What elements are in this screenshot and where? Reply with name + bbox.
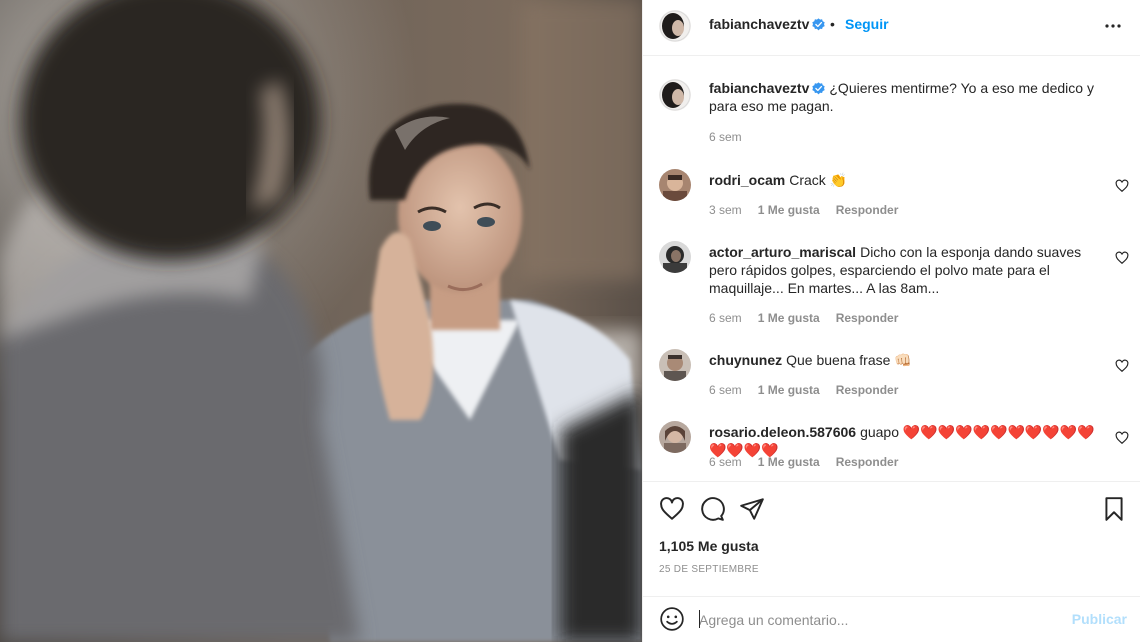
commenter-username[interactable]: actor_arturo_mariscal bbox=[709, 244, 856, 260]
comment-likes[interactable]: 1 Me gusta bbox=[758, 311, 820, 325]
post-photo[interactable] bbox=[0, 0, 642, 642]
comment-meta: 6 sem 1 Me gusta Responder bbox=[709, 383, 914, 397]
post-date: 25 DE SEPTIEMBRE bbox=[659, 564, 759, 575]
heart-icon[interactable] bbox=[1115, 431, 1129, 445]
text-caret bbox=[699, 610, 700, 628]
comment-time[interactable]: 6 sem bbox=[709, 383, 742, 397]
comment-item: actor_arturo_mariscal Dicho con la esponj… bbox=[659, 241, 1129, 325]
caption-meta: 6 sem bbox=[709, 130, 758, 144]
commenter-avatar[interactable] bbox=[659, 241, 691, 273]
author-username[interactable]: fabianchaveztv bbox=[709, 16, 826, 32]
reply-button[interactable]: Responder bbox=[836, 203, 899, 217]
commenter-avatar[interactable] bbox=[659, 349, 691, 381]
commenter-username[interactable]: rodri_ocam bbox=[709, 172, 785, 188]
comment-meta: 3 sem 1 Me gusta Responder bbox=[709, 203, 914, 217]
comment-text: Crack 👏 bbox=[789, 172, 848, 188]
comment-time[interactable]: 6 sem bbox=[709, 455, 742, 469]
commenter-avatar[interactable] bbox=[659, 169, 691, 201]
post-caption: fabianchaveztv ¿Quieres mentirme? Yo a es… bbox=[659, 79, 1129, 149]
comment-time[interactable]: 6 sem bbox=[709, 311, 742, 325]
publish-button[interactable]: Publicar bbox=[1072, 611, 1127, 627]
comment-likes[interactable]: 1 Me gusta bbox=[758, 203, 820, 217]
paper-plane-icon[interactable] bbox=[739, 496, 765, 522]
comment-time[interactable]: 3 sem bbox=[709, 203, 742, 217]
emoji-icon[interactable] bbox=[659, 606, 685, 632]
comment-item: rodri_ocam Crack 👏 3 sem 1 Me gusta Respond… bbox=[659, 169, 1129, 219]
post-sidebar: fabianchaveztv • Seguir fabianchaveztv ¿… bbox=[642, 0, 1140, 642]
reply-button[interactable]: Responder bbox=[836, 455, 899, 469]
comments-list[interactable]: fabianchaveztv ¿Quieres mentirme? Yo a es… bbox=[643, 57, 1140, 480]
comment-likes[interactable]: 1 Me gusta bbox=[758, 455, 820, 469]
commenter-username[interactable]: chuynunez bbox=[709, 352, 782, 368]
commenter-username[interactable]: rosario.deleon.587606 bbox=[709, 424, 856, 440]
caption-author-avatar[interactable] bbox=[659, 79, 691, 111]
author-username-text[interactable]: fabianchaveztv bbox=[709, 16, 809, 32]
caption-username[interactable]: fabianchaveztv bbox=[709, 80, 826, 96]
post-header: fabianchaveztv • Seguir bbox=[643, 0, 1140, 56]
more-horizontal-icon[interactable] bbox=[1103, 16, 1123, 36]
comment-likes[interactable]: 1 Me gusta bbox=[758, 383, 820, 397]
comment-item: chuynunez Que buena frase 👊🏻 6 sem 1 Me gu… bbox=[659, 349, 1129, 399]
comment-input[interactable] bbox=[699, 609, 1039, 631]
heart-icon[interactable] bbox=[1115, 251, 1129, 265]
caption-time[interactable]: 6 sem bbox=[709, 130, 742, 144]
verified-badge-icon bbox=[812, 18, 826, 31]
add-comment-bar: Publicar bbox=[643, 596, 1140, 642]
post-dialog: fabianchaveztv • Seguir fabianchaveztv ¿… bbox=[0, 0, 1140, 642]
likes-count[interactable]: 1,105 Me gusta bbox=[659, 538, 759, 554]
author-avatar[interactable] bbox=[659, 10, 691, 42]
comment-meta: 6 sem 1 Me gusta Responder bbox=[709, 311, 914, 325]
comment-item: rosario.deleon.587606 guapo ❤️❤️❤️❤️❤️❤️❤… bbox=[659, 421, 1129, 471]
caption-username-text[interactable]: fabianchaveztv bbox=[709, 80, 809, 96]
post-actions: 1,105 Me gusta 25 DE SEPTIEMBRE bbox=[643, 481, 1140, 581]
comment-icon[interactable] bbox=[699, 496, 725, 522]
heart-icon[interactable] bbox=[1115, 359, 1129, 373]
follow-button[interactable]: Seguir bbox=[845, 16, 889, 32]
post-photo-image bbox=[0, 0, 642, 642]
reply-button[interactable]: Responder bbox=[836, 383, 899, 397]
comment-meta: 6 sem 1 Me gusta Responder bbox=[709, 455, 914, 469]
heart-icon[interactable] bbox=[1115, 179, 1129, 193]
commenter-avatar[interactable] bbox=[659, 421, 691, 453]
reply-button[interactable]: Responder bbox=[836, 311, 899, 325]
comment-text: Que buena frase 👊🏻 bbox=[786, 352, 912, 368]
header-separator: • bbox=[830, 16, 835, 32]
verified-badge-icon bbox=[812, 82, 826, 95]
bookmark-icon[interactable] bbox=[1101, 496, 1127, 522]
heart-icon[interactable] bbox=[659, 496, 685, 522]
